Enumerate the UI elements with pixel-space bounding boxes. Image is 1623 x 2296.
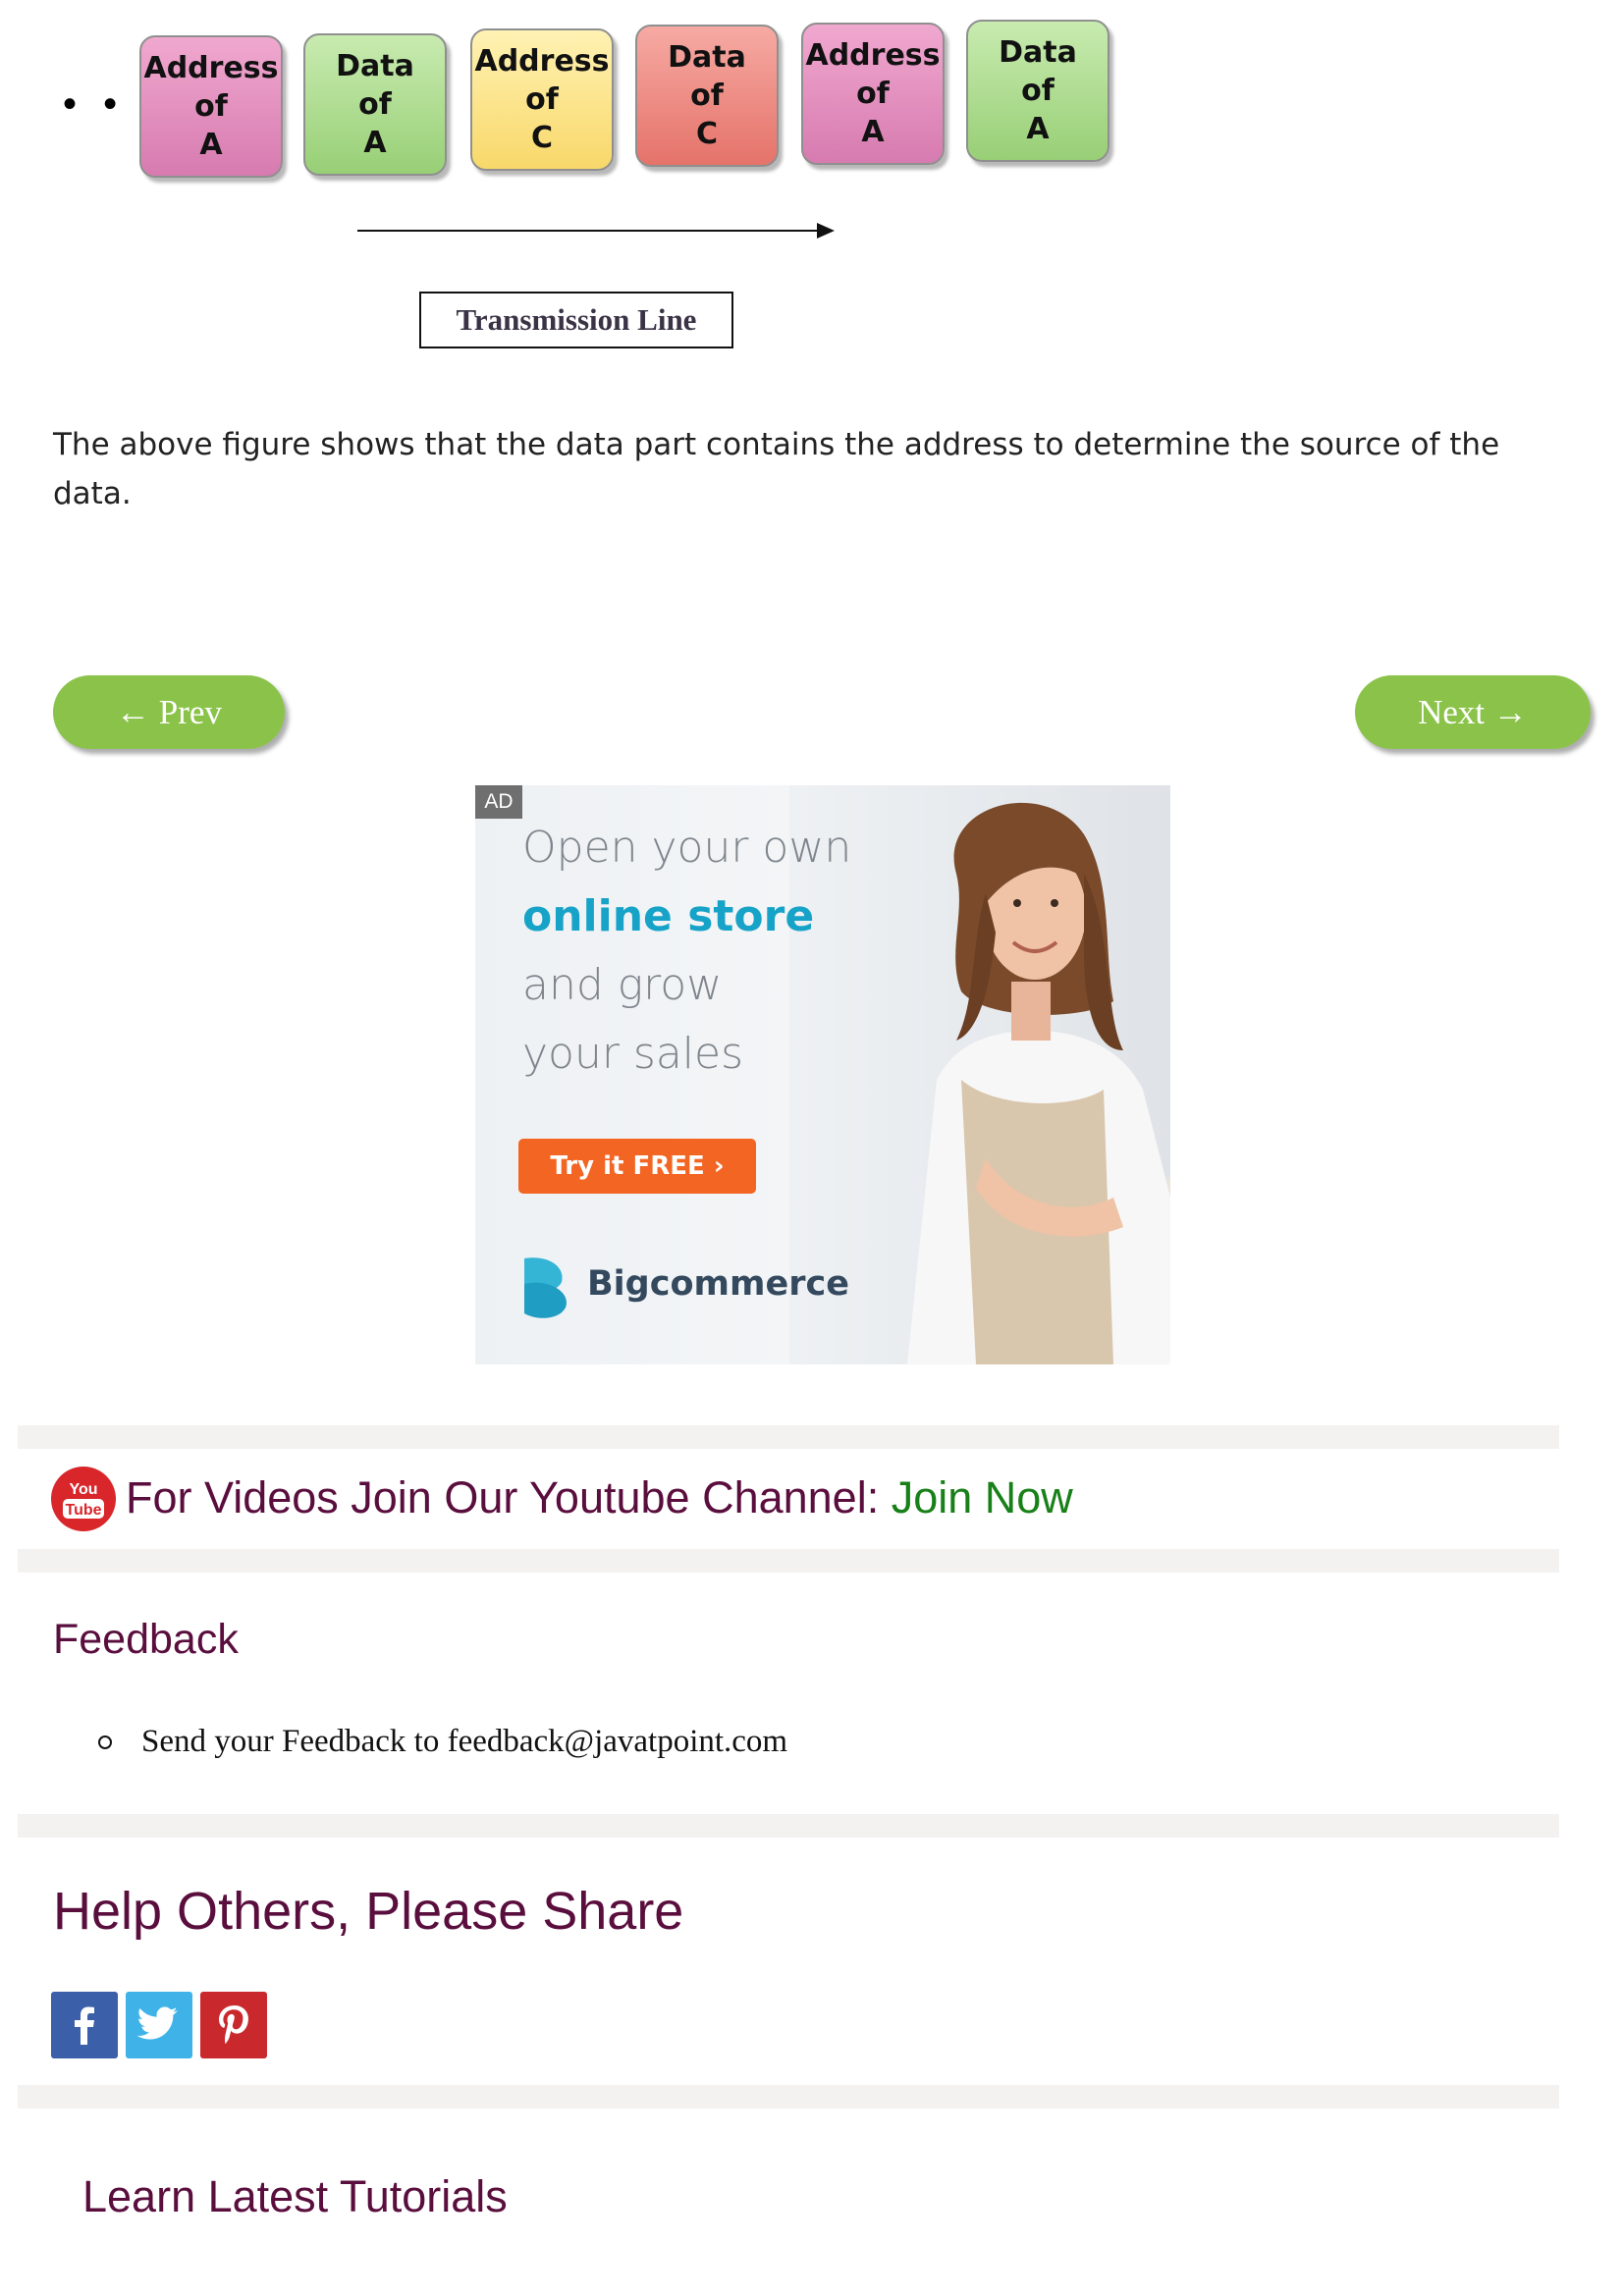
frame-data-of-a: Data of A bbox=[303, 33, 447, 176]
youtube-icon-top-text: You bbox=[69, 1481, 97, 1498]
share-heading: Help Others, Please Share bbox=[53, 1882, 684, 1941]
section-divider bbox=[18, 1549, 1559, 1573]
ad-banner[interactable]: AD Open your own online store and grow y… bbox=[475, 785, 1170, 1364]
frame-line: C bbox=[530, 121, 554, 155]
leading-dots: • • bbox=[63, 82, 126, 126]
ad-brand-name: Bigcommerce bbox=[587, 1264, 849, 1304]
youtube-text: For Videos Join Our Youtube Channel: bbox=[126, 1472, 892, 1522]
facebook-icon[interactable] bbox=[51, 1992, 118, 2058]
figure-description: The above figure shows that the data par… bbox=[53, 427, 1500, 511]
frame-line: A bbox=[199, 128, 223, 162]
frame-line: A bbox=[363, 126, 387, 160]
learn-tutorials-heading: Learn Latest Tutorials bbox=[82, 2171, 508, 2221]
ad-try-free-button[interactable]: Try it FREE › bbox=[518, 1139, 756, 1194]
frame-line: A bbox=[1026, 112, 1050, 146]
next-button[interactable]: Next → bbox=[1355, 675, 1591, 749]
frame-line: of bbox=[194, 89, 228, 124]
frame-line: Data bbox=[999, 35, 1077, 70]
prev-button[interactable]: ← Prev bbox=[53, 675, 285, 749]
frame-data-of-c: Data of C bbox=[635, 25, 779, 167]
frame-line: of bbox=[856, 77, 890, 111]
section-divider bbox=[18, 1425, 1559, 1449]
frame-data-of-a: Data of A bbox=[966, 20, 1109, 162]
join-now-link[interactable]: Join Now bbox=[892, 1472, 1073, 1522]
frame-line: Address bbox=[143, 51, 279, 85]
frame-address-of-c: Address of C bbox=[470, 28, 614, 171]
transmission-diagram: • • Address of A Data of A Address of C … bbox=[0, 0, 1178, 373]
bigcommerce-logo-icon bbox=[524, 1257, 567, 1318]
frame-line: Address bbox=[805, 38, 941, 73]
circle-bullet-icon bbox=[98, 1735, 112, 1749]
section-divider bbox=[18, 1814, 1559, 1838]
feedback-text: Send your Feedback to feedback@javatpoin… bbox=[141, 1724, 788, 1759]
frame-line: C bbox=[695, 117, 719, 151]
transmission-line-label: Transmission Line bbox=[419, 292, 733, 348]
ad-headline-3: and grow bbox=[522, 960, 723, 1010]
frame-line: Data bbox=[336, 49, 414, 83]
youtube-icon-bottom-text: Tube bbox=[65, 1502, 101, 1519]
direction-arrow-line bbox=[357, 230, 819, 232]
frame-line: Address bbox=[474, 44, 610, 79]
frame-line: Data bbox=[668, 40, 746, 75]
frame-line: of bbox=[358, 87, 392, 122]
frame-line: of bbox=[690, 79, 724, 113]
feedback-heading: Feedback bbox=[53, 1616, 239, 1663]
youtube-icon[interactable]: You Tube bbox=[49, 1465, 118, 1533]
ad-headline-2: online store bbox=[522, 891, 815, 941]
ad-headline-4: your sales bbox=[522, 1029, 744, 1079]
pinterest-icon[interactable] bbox=[200, 1992, 267, 2058]
frame-address-of-a: Address of A bbox=[801, 23, 945, 165]
frame-address-of-a: Address of A bbox=[139, 35, 283, 178]
frame-line: of bbox=[525, 82, 559, 117]
twitter-icon[interactable] bbox=[126, 1992, 192, 2058]
frame-line: of bbox=[1021, 74, 1055, 108]
section-divider bbox=[18, 2085, 1559, 2109]
youtube-callout: For Videos Join Our Youtube Channel: Joi… bbox=[126, 1468, 1073, 1527]
ad-badge: AD bbox=[475, 785, 522, 819]
ad-headline-1: Open your own bbox=[522, 823, 852, 873]
feedback-list-item: Send your Feedback to feedback@javatpoin… bbox=[98, 1724, 787, 1760]
arrow-right-icon bbox=[817, 223, 835, 239]
frame-line: A bbox=[861, 115, 885, 149]
